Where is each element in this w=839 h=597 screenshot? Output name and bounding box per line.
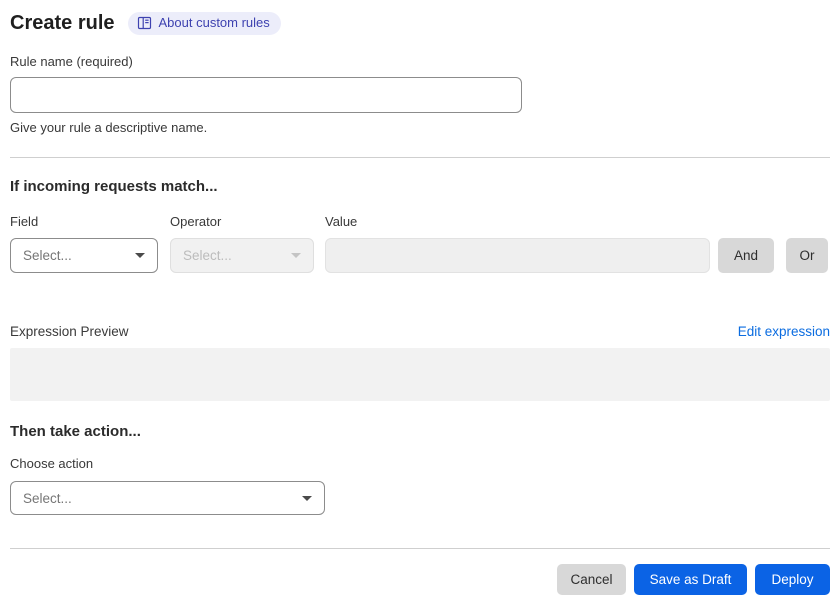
- expression-preview-box: [10, 348, 830, 401]
- field-select[interactable]: Select...: [10, 238, 158, 273]
- builder-column-labels: Field Operator Value: [10, 214, 830, 229]
- field-label: Field: [10, 214, 39, 229]
- expression-preview-label: Expression Preview: [10, 324, 129, 339]
- or-button[interactable]: Or: [786, 238, 828, 273]
- chevron-down-icon: [291, 253, 301, 258]
- expression-preview-row: Expression Preview Edit expression: [10, 324, 830, 339]
- chevron-down-icon: [302, 495, 312, 501]
- and-button[interactable]: And: [718, 238, 774, 273]
- operator-select[interactable]: Select...: [170, 238, 314, 273]
- expression-builder-row: Select... Select... And Or: [10, 238, 830, 273]
- choose-action-select[interactable]: Select...: [10, 481, 325, 515]
- deploy-button[interactable]: Deploy: [755, 564, 830, 595]
- page-title: Create rule: [10, 12, 115, 34]
- page-header: Create rule About custom rules: [10, 10, 830, 36]
- divider: [10, 157, 830, 158]
- cancel-button[interactable]: Cancel: [557, 564, 626, 595]
- about-custom-rules-link[interactable]: About custom rules: [127, 11, 281, 35]
- operator-label: Operator: [170, 214, 222, 229]
- book-icon: [137, 16, 152, 30]
- chevron-down-icon: [135, 253, 145, 258]
- save-as-draft-button[interactable]: Save as Draft: [634, 564, 747, 595]
- edit-expression-link[interactable]: Edit expression: [738, 324, 830, 339]
- footer-actions: Cancel Save as Draft Deploy: [10, 564, 830, 595]
- divider: [10, 548, 830, 549]
- rule-name-label: Rule name (required): [10, 54, 133, 69]
- create-rule-page: Create rule About custom rules Rule name…: [0, 0, 839, 595]
- operator-select-value: Select...: [183, 248, 232, 263]
- rule-name-helper: Give your rule a descriptive name.: [10, 120, 208, 135]
- value-label: Value: [325, 214, 358, 229]
- rule-name-input[interactable]: [10, 77, 522, 113]
- field-select-value: Select...: [23, 248, 72, 263]
- choose-action-value: Select...: [23, 490, 72, 506]
- about-custom-rules-label: About custom rules: [158, 14, 270, 30]
- value-input[interactable]: [325, 238, 710, 273]
- action-section-heading: Then take action...: [10, 423, 141, 440]
- choose-action-label: Choose action: [10, 456, 94, 471]
- match-section-heading: If incoming requests match...: [10, 178, 218, 195]
